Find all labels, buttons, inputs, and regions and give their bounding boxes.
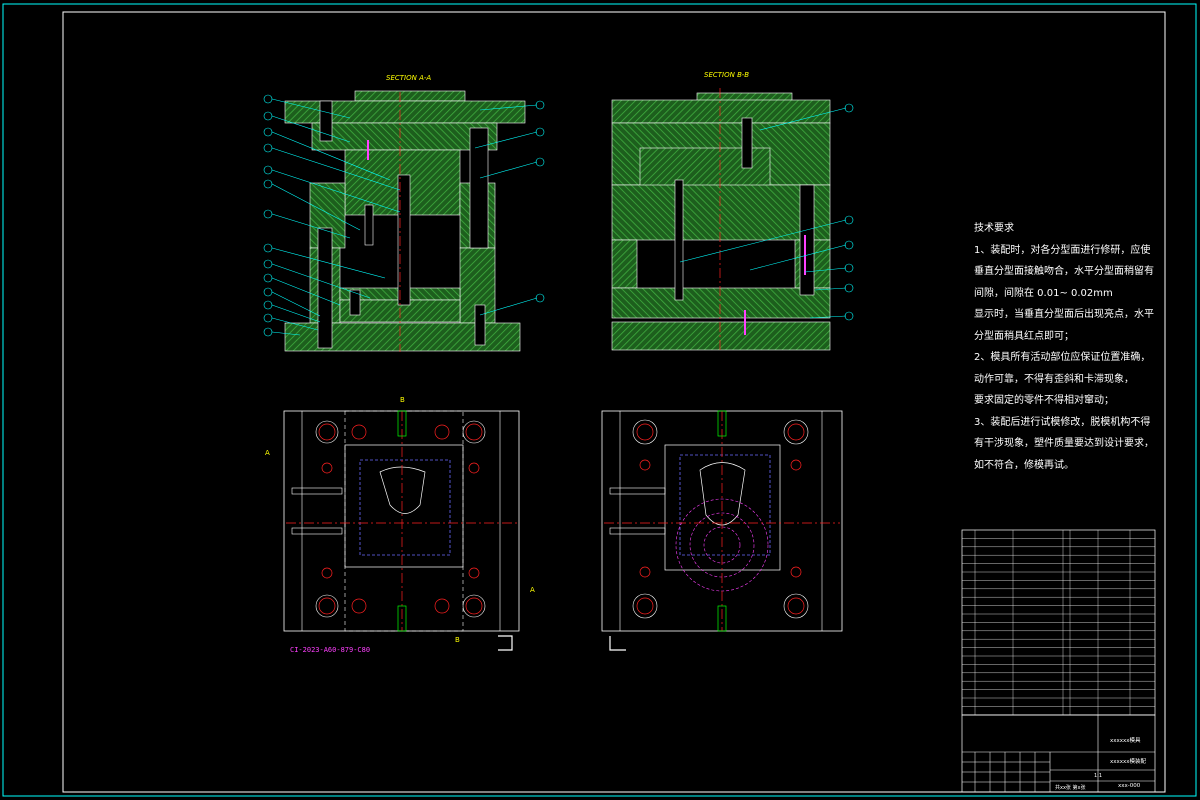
req-line-5: 分型面稍具红点即可；: [974, 330, 1074, 342]
top-view-right: [601, 410, 843, 651]
req-line-10: 有干涉现象，塑件质量要达到设计要求，: [974, 438, 1154, 449]
req-line-2: 垂直分型面接触吻合，水平分型面稍留有: [974, 266, 1154, 277]
req-line-11: 如不符合，修模再试。: [974, 459, 1074, 471]
title-block-sheets: 共xx张 第x张: [1055, 784, 1085, 791]
req-line-9: 3、装配后进行试模修改，脱模机构不得: [974, 416, 1151, 428]
section-mark-a-left: A: [265, 449, 270, 457]
req-line-8: 要求固定的零件不得相对窜动；: [974, 395, 1114, 406]
title-block: xxxxxx模具 xxxxxx模装配 xxx-000 共xx张 第x张 1:1: [961, 714, 1156, 793]
req-line-1: 1、装配时，对各分型面进行修研，应使: [974, 244, 1151, 256]
technical-requirements: 技术要求 1、装配时，对各分型面进行修研，应使 垂直分型面接触吻合，水平分型面稍…: [974, 218, 1154, 476]
section-a-title: SECTION A-A: [386, 74, 431, 82]
section-b-view: SECTION B-B: [611, 71, 854, 352]
req-line-7: 动作可靠，不得有歪斜和卡滞现象，: [974, 373, 1134, 385]
section-b-title: SECTION B-B: [704, 71, 749, 79]
title-block-drawing-no: xxx-000: [1118, 783, 1141, 789]
title-block-sub: xxxxxx模装配: [1110, 757, 1147, 765]
section-mark-b-top: B: [400, 396, 405, 404]
top-view-left: A B A B CI-2023-A60-879-C80: [265, 396, 535, 654]
technical-requirements-title: 技术要求: [974, 223, 1014, 234]
drawing-code: CI-2023-A60-879-C80: [290, 646, 370, 654]
req-line-3: 间隙，间隙在 0.01~ 0.02mm: [974, 287, 1113, 299]
section-a-view: SECTION A-A: [263, 74, 545, 352]
title-block-name: xxxxxx模具: [1110, 736, 1141, 744]
title-block-scale: 1:1: [1094, 773, 1102, 779]
req-line-4: 显示时，当垂直分型面后出现亮点，水平: [974, 309, 1154, 320]
req-line-6: 2、模具所有活动部位应保证位置准确，: [974, 352, 1151, 363]
section-mark-b-bottom: B: [455, 636, 460, 644]
section-mark-a-right: A: [530, 586, 535, 594]
bom-table: [961, 529, 1156, 716]
